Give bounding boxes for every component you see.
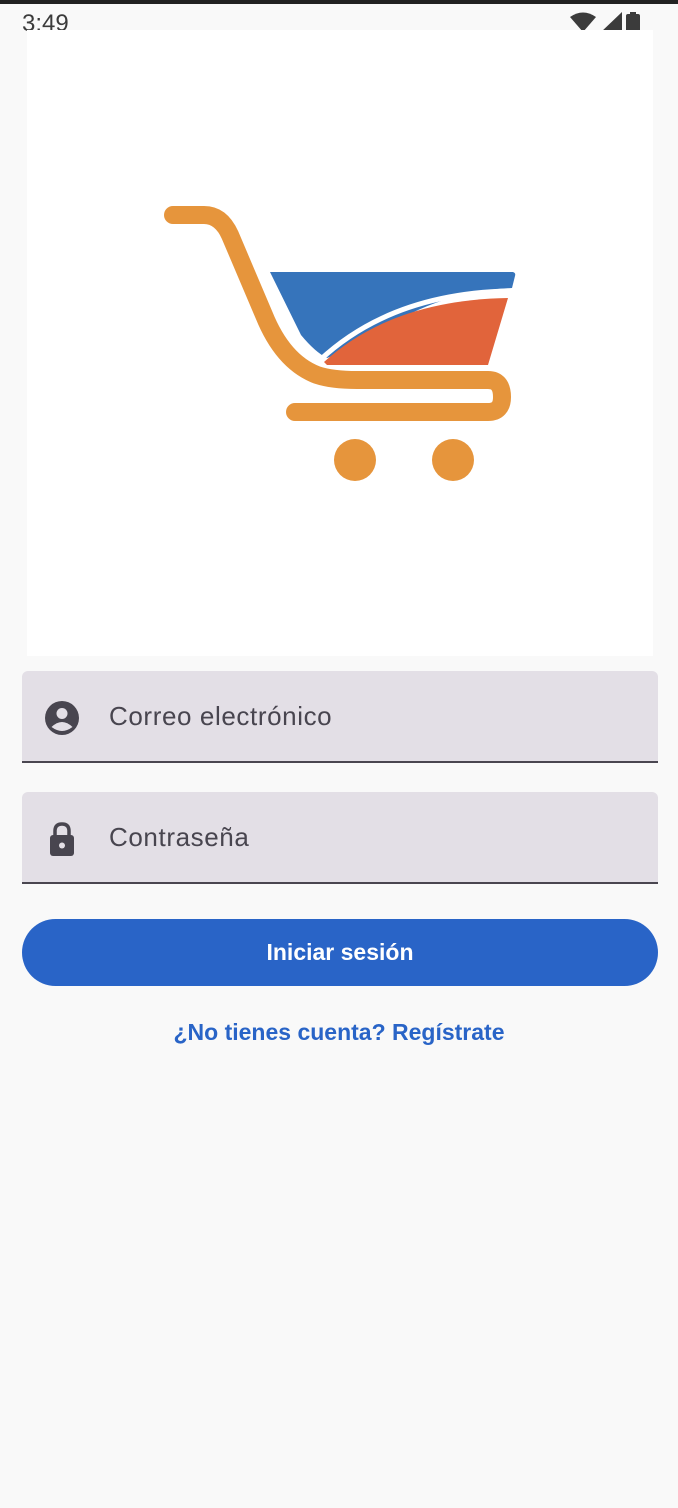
account-circle-icon [45,701,79,735]
email-placeholder: Correo electrónico [109,701,333,731]
cart-wheel-right [432,439,474,481]
logo-panel [27,30,653,656]
register-link[interactable]: ¿No tienes cuenta? Regístrate [0,1019,678,1046]
email-field[interactable]: Correo electrónico [22,671,658,763]
cart-wheel-left [334,439,376,481]
password-field[interactable]: Contraseña [22,792,658,884]
lock-icon [50,822,74,856]
password-placeholder: Contraseña [109,822,250,852]
login-button[interactable]: Iniciar sesión [22,919,658,986]
shopping-cart-icon [164,206,516,481]
